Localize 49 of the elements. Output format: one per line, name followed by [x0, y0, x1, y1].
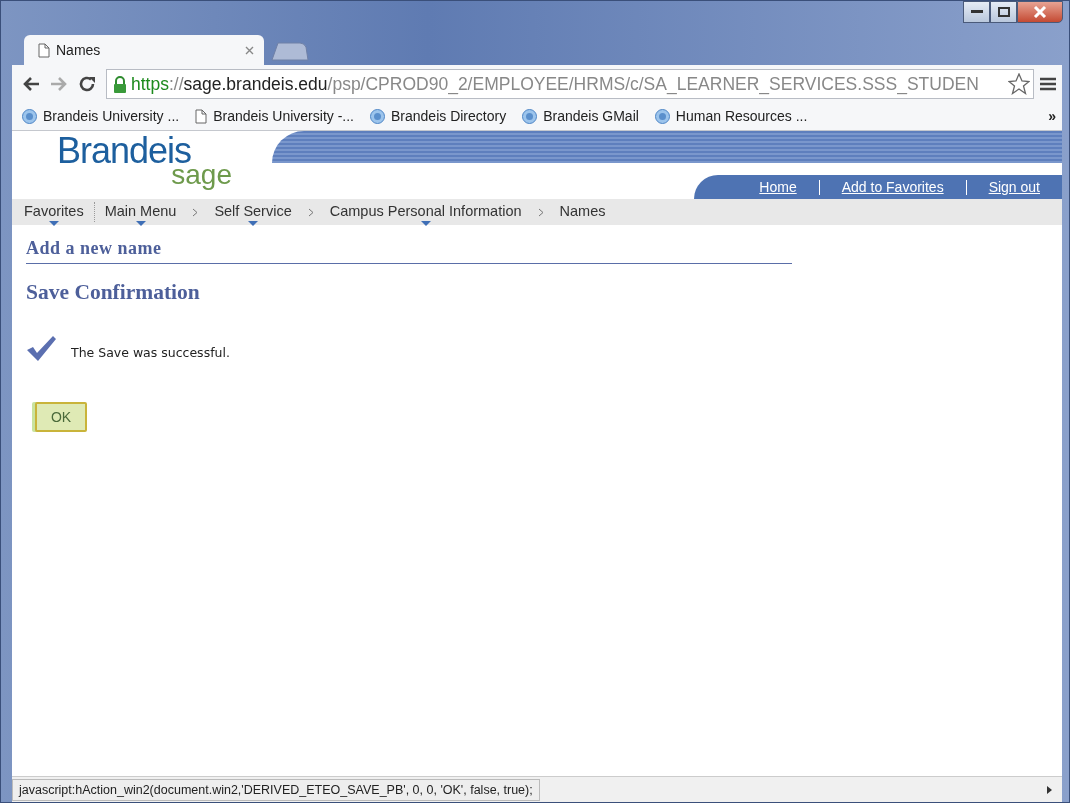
dropdown-icon[interactable]	[420, 221, 431, 227]
section-title: Add a new name	[26, 235, 792, 264]
breadcrumb-link[interactable]: Names	[555, 197, 610, 227]
header-link[interactable]: Sign out	[966, 176, 1062, 198]
more-bookmarks-button[interactable]: »	[1048, 106, 1056, 127]
globe-icon	[370, 109, 385, 124]
breadcrumb-link[interactable]: Main Menu	[100, 197, 181, 227]
address-field[interactable]: https://sage.brandeis.edu/psp/CPROD90_2/EMPLOYEE/HRMS/c/SA_LEARNER_SERVICES.SSS_STUDEN	[106, 69, 1034, 99]
status-bar: javascript:hAction_win2(document.win2,'DERIVED_ETEO_SAVE_PB', 0, 0, 'OK', false, true);	[12, 778, 540, 801]
browser-tab[interactable]: Names	[24, 35, 264, 65]
header-link[interactable]: Home	[737, 176, 819, 198]
breadcrumb-link[interactable]: Campus Personal Information	[325, 197, 526, 227]
close-button[interactable]	[1017, 1, 1063, 23]
chevron-icon	[307, 207, 314, 217]
bookmark[interactable]: Brandeis University -...	[195, 106, 354, 127]
page-icon	[195, 109, 208, 124]
maximize-icon	[997, 7, 1010, 17]
close-icon	[1033, 6, 1047, 18]
globe-icon	[522, 109, 538, 124]
checkmark-icon	[25, 334, 57, 363]
dropdown-icon[interactable]	[248, 221, 259, 227]
chevron-icon	[192, 207, 199, 217]
bookmark[interactable]: Brandeis GMail	[522, 106, 639, 127]
reload-icon[interactable]	[78, 75, 96, 93]
scroll-right-icon[interactable]	[1047, 785, 1052, 794]
success-message: The Save was successful.	[71, 343, 230, 362]
chevron-icon	[537, 207, 544, 217]
back-icon[interactable]	[22, 76, 40, 92]
close-tab-icon[interactable]	[245, 45, 254, 55]
bookmark[interactable]: Human Resources ...	[654, 106, 808, 127]
page-icon	[38, 42, 50, 58]
dropdown-icon[interactable]	[135, 221, 146, 227]
breadcrumb-link[interactable]: Self Service	[210, 197, 296, 227]
globe-icon	[654, 109, 670, 124]
ok-button[interactable]: OK	[35, 402, 87, 433]
brandeis-logo: Brandeis sage	[56, 131, 233, 192]
minimize-icon	[970, 10, 983, 14]
menu-icon[interactable]	[1040, 77, 1056, 91]
bookmark[interactable]: Brandeis Directory	[370, 106, 507, 127]
page-heading: Save Confirmation	[26, 279, 201, 306]
header-link[interactable]: Add to Favorites	[819, 176, 966, 198]
lock-icon	[113, 75, 127, 93]
dropdown-icon[interactable]	[48, 221, 59, 227]
bookmark[interactable]: Brandeis University ...	[22, 106, 180, 127]
minimize-button[interactable]	[963, 1, 990, 23]
globe-icon	[22, 109, 37, 124]
breadcrumb-link[interactable]: Favorites	[20, 197, 88, 227]
maximize-button[interactable]	[990, 1, 1017, 23]
star-icon[interactable]	[1008, 73, 1030, 95]
